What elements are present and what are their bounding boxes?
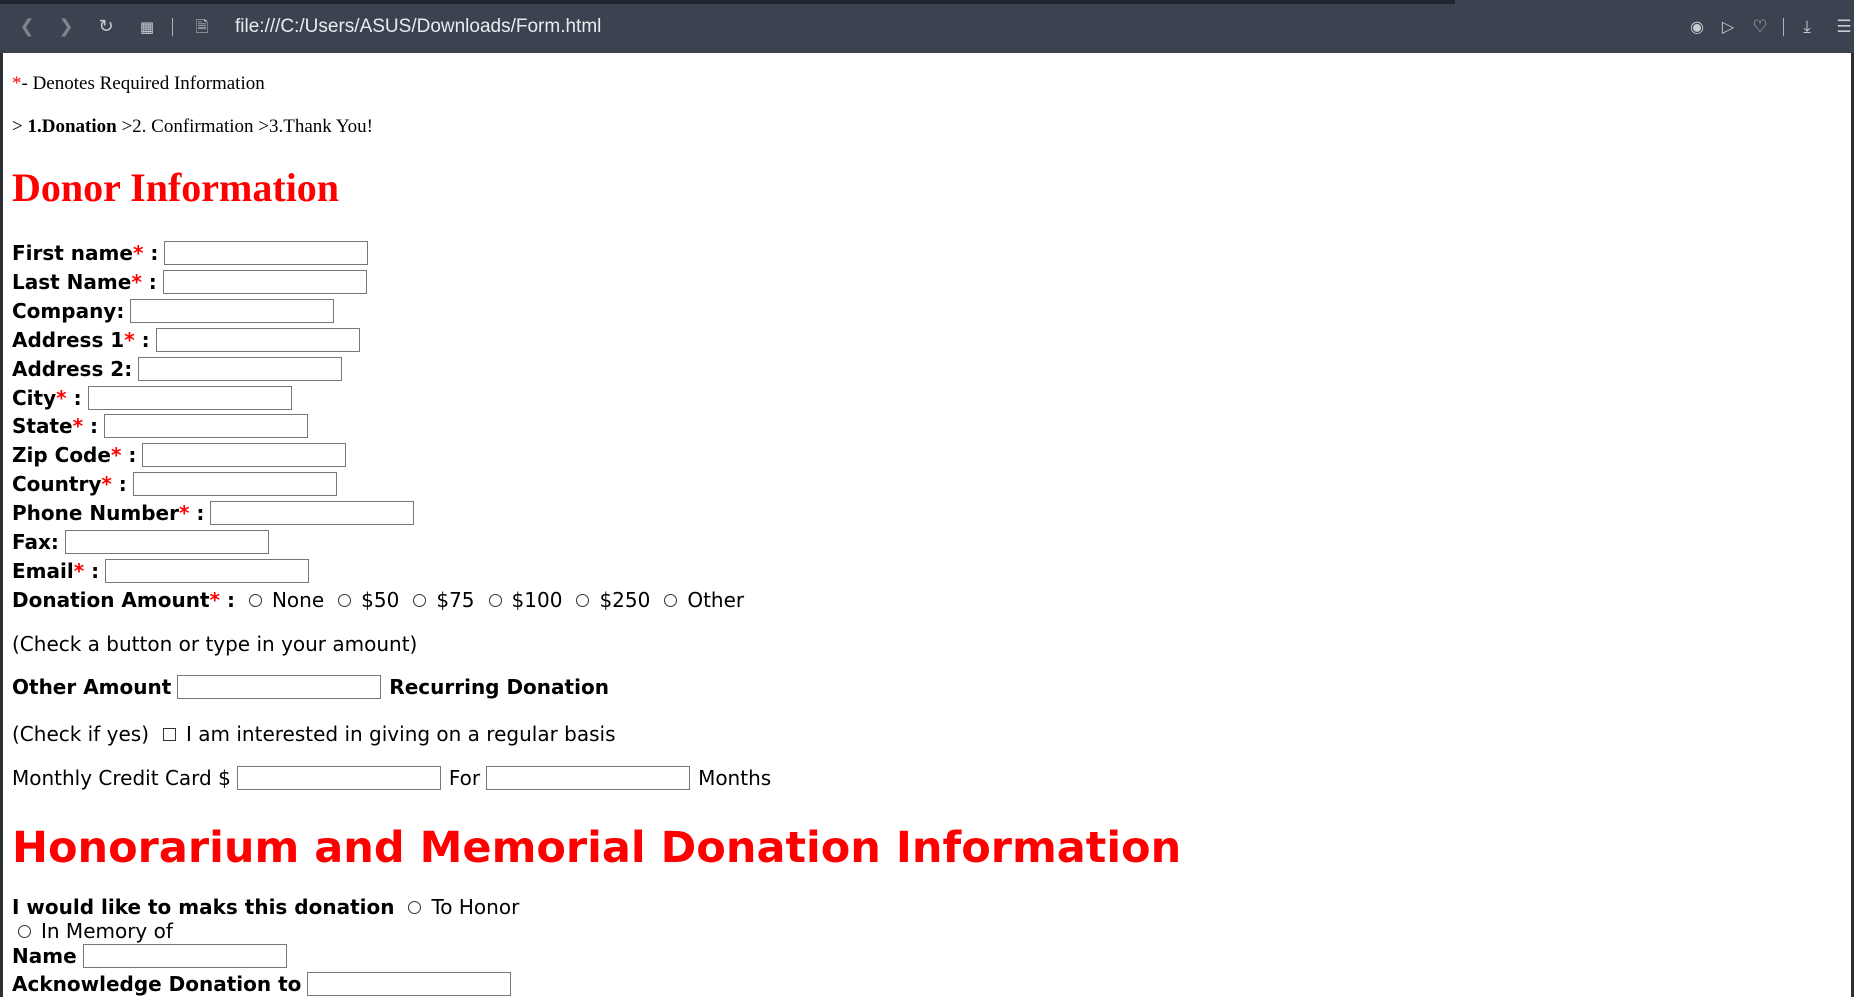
amount-hint: (Check a button or type in your amount) xyxy=(12,632,418,656)
last-name-input[interactable] xyxy=(162,270,367,294)
last-name-row: Last Name * : xyxy=(12,268,367,296)
regular-basis-checkbox[interactable] xyxy=(163,727,177,741)
step-thank-you: >3.Thank You! xyxy=(258,116,373,137)
amount-75-radio[interactable] xyxy=(413,593,427,607)
menu-icon[interactable]: ☰ xyxy=(1834,16,1854,38)
state-input[interactable] xyxy=(104,414,309,438)
other-amount-row: Other Amount Recurring Donation xyxy=(12,675,609,699)
state-row: State * : xyxy=(12,412,309,440)
reload-icon[interactable]: ↻ xyxy=(95,16,117,38)
email-input[interactable] xyxy=(105,559,310,583)
recurring-row: (Check if yes) I am interested in giving… xyxy=(12,722,616,746)
download-icon[interactable]: ⤓ xyxy=(1796,16,1818,38)
amount-250-radio[interactable] xyxy=(576,593,590,607)
amount-none-radio[interactable] xyxy=(248,593,262,607)
phone-input[interactable] xyxy=(210,501,415,525)
acknowledge-input[interactable] xyxy=(307,972,512,996)
required-legend: *- Denotes Required Information xyxy=(12,73,265,94)
grid-icon[interactable]: ▦ xyxy=(136,16,158,38)
fax-row: Fax: xyxy=(12,528,269,556)
back-icon[interactable]: ❮ xyxy=(16,16,38,38)
in-memory-radio[interactable] xyxy=(18,924,31,938)
city-row: City * : xyxy=(12,384,292,412)
heart-icon[interactable]: ♡ xyxy=(1749,16,1771,38)
zip-row: Zip Code * : xyxy=(12,441,347,469)
acknowledge-row: Acknowledge Donation to xyxy=(12,970,512,997)
first-name-row: First name * : xyxy=(12,239,369,267)
camera-icon[interactable]: ◉ xyxy=(1686,16,1708,38)
step-donation: 1.Donation xyxy=(27,116,117,137)
send-icon[interactable]: ▷ xyxy=(1717,16,1739,38)
breadcrumb: > 1.Donation >2. Confirmation >3.Thank Y… xyxy=(12,116,373,137)
window-left-edge xyxy=(0,53,3,997)
address2-input[interactable] xyxy=(138,357,343,381)
page-icon: 🗎 xyxy=(195,17,209,36)
first-name-input[interactable] xyxy=(164,241,369,265)
toolbar-divider xyxy=(172,18,173,36)
country-input[interactable] xyxy=(132,472,337,496)
honoree-name-input[interactable] xyxy=(82,944,287,968)
donation-amount-row: Donation Amount * : None $50 $75 $100 $25… xyxy=(12,588,745,612)
country-row: Country * : xyxy=(12,470,337,498)
monthly-row: Monthly Credit Card $ For Months xyxy=(12,766,772,790)
address2-row: Address 2: xyxy=(12,355,343,383)
amount-other-radio[interactable] xyxy=(664,593,678,607)
address1-input[interactable] xyxy=(155,328,360,352)
in-memory-row: In Memory of xyxy=(4,917,173,945)
zip-input[interactable] xyxy=(142,443,347,467)
monthly-amount-input[interactable] xyxy=(236,766,441,790)
other-amount-input[interactable] xyxy=(177,675,382,699)
recurring-donation-label: Recurring Donation xyxy=(389,675,609,699)
to-honor-radio[interactable] xyxy=(408,900,422,914)
browser-toolbar: ❮ ❯ ↻ ▦ 🗎 file:///C:/Users/ASUS/Download… xyxy=(0,0,1854,53)
company-input[interactable] xyxy=(130,299,335,323)
step-confirmation: >2. Confirmation xyxy=(121,116,254,137)
phone-row: Phone Number * : xyxy=(12,499,415,527)
months-input[interactable] xyxy=(486,766,691,790)
email-row: Email * : xyxy=(12,557,310,585)
donor-heading: Donor Information xyxy=(12,165,340,210)
city-input[interactable] xyxy=(87,386,292,410)
amount-100-radio[interactable] xyxy=(488,593,502,607)
honoree-name-row: Name xyxy=(12,942,287,970)
amount-50-radio[interactable] xyxy=(338,593,352,607)
forward-icon[interactable]: ❯ xyxy=(55,16,77,38)
fax-input[interactable] xyxy=(64,530,269,554)
honor-heading: Honorarium and Memorial Donation Informa… xyxy=(12,823,1182,873)
address1-row: Address 1 * : xyxy=(12,326,360,354)
address-bar[interactable]: file:///C:/Users/ASUS/Downloads/Form.htm… xyxy=(235,16,601,38)
tab-strip-bar xyxy=(0,0,1455,4)
toolbar-divider-right xyxy=(1783,18,1784,36)
page-content: *- Denotes Required Information > 1.Dona… xyxy=(0,53,1854,997)
company-row: Company: xyxy=(12,297,335,325)
